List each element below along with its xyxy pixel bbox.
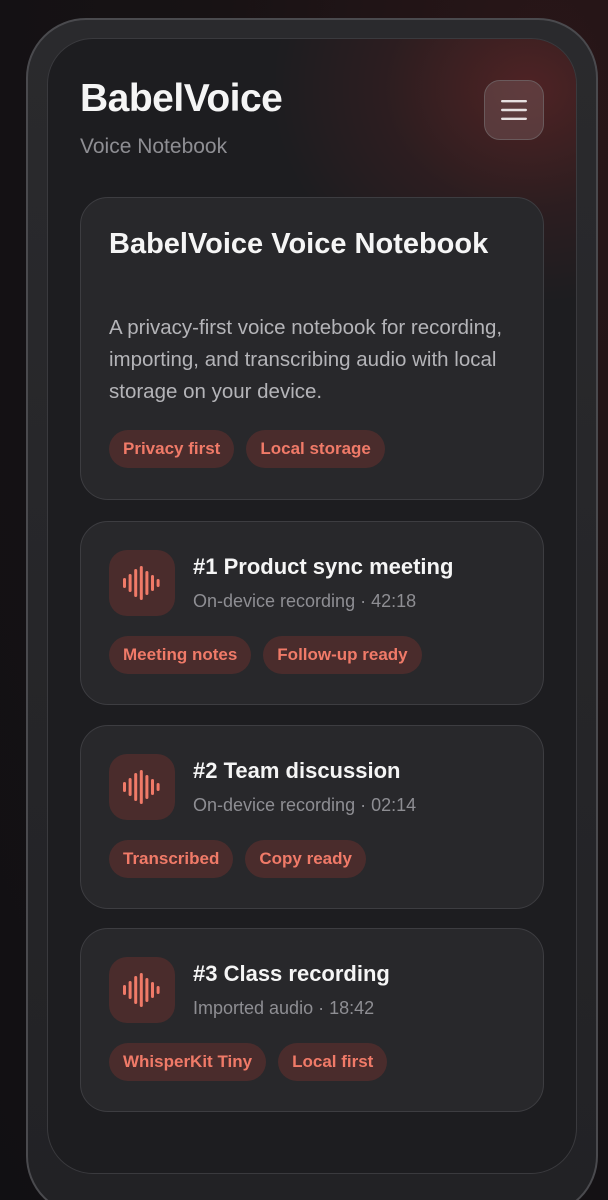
menu-button[interactable]: [484, 80, 544, 140]
recording-title: #2 Team discussion: [193, 758, 401, 783]
device-screen: BabelVoice Voice Notebook BabelVoice Voi…: [47, 38, 577, 1174]
tag-chip: Privacy first: [109, 430, 235, 468]
recording-meta: Imported audio · 18:42: [193, 998, 375, 1018]
recording-title: #3 Class recording: [193, 961, 390, 986]
recording-card[interactable]: #1 Product sync meeting On-device record…: [80, 521, 544, 705]
recording-tags: Meeting notes Follow-up ready: [109, 636, 422, 674]
waveform-icon: [109, 754, 175, 820]
recording-title: #1 Product sync meeting: [193, 554, 454, 579]
tag-chip: WhisperKit Tiny: [109, 1043, 267, 1081]
recording-card[interactable]: #2 Team discussion On-device recording ·…: [80, 725, 544, 909]
intro-description: A privacy-first voice notebook for recor…: [109, 316, 503, 403]
recording-tags: Transcribed Copy ready: [109, 840, 366, 878]
recording-tags: WhisperKit Tiny Local first: [109, 1043, 388, 1081]
tag-chip: Copy ready: [245, 840, 366, 878]
intro-card: BabelVoice Voice Notebook A privacy-firs…: [80, 197, 544, 500]
tag-chip: Follow-up ready: [263, 636, 422, 674]
tag-chip: Meeting notes: [109, 636, 252, 674]
waveform-icon: [109, 957, 175, 1023]
recording-meta: On-device recording · 02:14: [193, 795, 417, 815]
intro-tags: Privacy first Local storage: [109, 430, 385, 468]
waveform-icon: [109, 550, 175, 616]
intro-title: BabelVoice Voice Notebook: [109, 228, 489, 260]
tag-chip: Local storage: [246, 430, 385, 468]
hamburger-menu-icon: [501, 100, 527, 120]
app-title: BabelVoice: [80, 77, 283, 120]
recording-card[interactable]: #3 Class recording Imported audio · 18:4…: [80, 928, 544, 1112]
app-subtitle: Voice Notebook: [80, 135, 228, 158]
recording-meta: On-device recording · 42:18: [193, 591, 417, 611]
tag-chip: Local first: [278, 1043, 388, 1081]
tag-chip: Transcribed: [109, 840, 234, 878]
app-stage: BabelVoice Voice Notebook BabelVoice Voi…: [0, 0, 608, 1200]
